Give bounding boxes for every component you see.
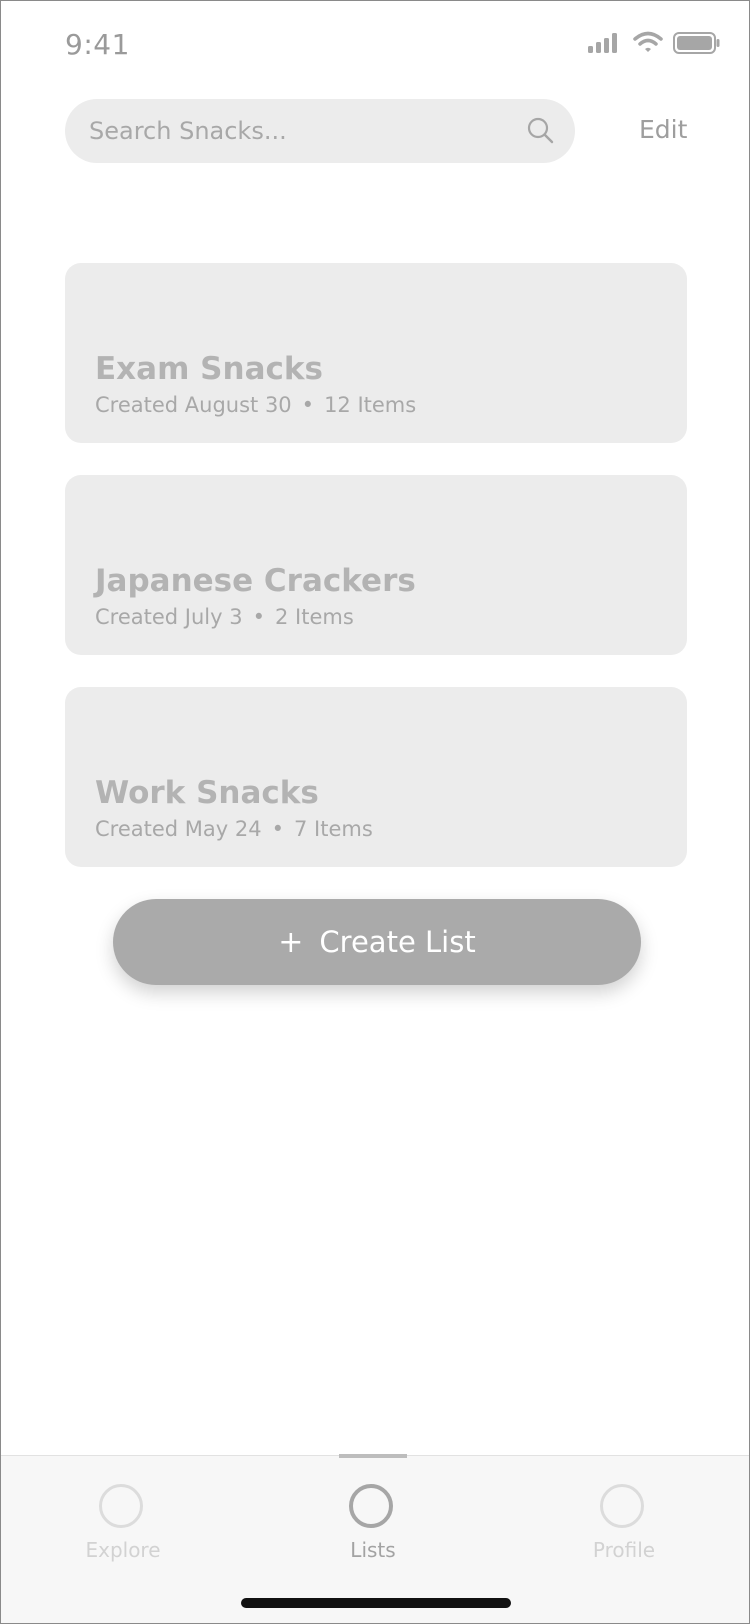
wifi-icon bbox=[633, 31, 663, 52]
list-meta: Created July 3 • 2 Items bbox=[95, 605, 354, 629]
meta-separator: • bbox=[271, 817, 284, 841]
list-title: Japanese Crackers bbox=[95, 563, 416, 599]
tab-lists[interactable]: Lists bbox=[303, 1470, 443, 1562]
tab-label: Explore bbox=[85, 1538, 161, 1562]
plus-icon: + bbox=[278, 924, 304, 960]
tab-label: Profile bbox=[592, 1538, 656, 1562]
active-tab-indicator bbox=[339, 1454, 407, 1458]
battery-icon bbox=[673, 32, 720, 54]
list-item-count: 2 Items bbox=[274, 605, 354, 629]
list-created-date: Created July 3 bbox=[95, 605, 243, 629]
tab-profile[interactable]: Profile bbox=[554, 1470, 694, 1562]
list-item-count: 12 Items bbox=[324, 393, 417, 417]
status-icons bbox=[587, 31, 721, 55]
meta-separator: • bbox=[301, 393, 315, 417]
list-created-date: Created May 24 bbox=[95, 817, 262, 841]
profile-icon bbox=[600, 1484, 644, 1528]
list-card[interactable]: Exam Snacks Created August 30 • 12 Items bbox=[65, 263, 687, 443]
list-card[interactable]: Japanese Crackers Created July 3 • 2 Items bbox=[65, 475, 687, 655]
search-icon[interactable] bbox=[525, 115, 557, 147]
explore-icon bbox=[99, 1484, 143, 1528]
list-title: Work Snacks bbox=[95, 775, 319, 811]
tab-label: Lists bbox=[350, 1538, 396, 1562]
list-item-count: 7 Items bbox=[294, 817, 373, 841]
signal-icon bbox=[588, 33, 617, 53]
edit-button[interactable]: Edit bbox=[639, 115, 687, 144]
search-input[interactable] bbox=[89, 99, 489, 163]
status-time: 9:41 bbox=[65, 28, 130, 61]
lists-icon bbox=[349, 1484, 393, 1528]
meta-separator: • bbox=[252, 605, 265, 629]
create-list-label: Create List bbox=[319, 925, 476, 959]
tab-explore[interactable]: Explore bbox=[53, 1470, 193, 1562]
home-indicator[interactable] bbox=[241, 1598, 511, 1608]
list-meta: Created May 24 • 7 Items bbox=[95, 817, 373, 841]
list-card[interactable]: Work Snacks Created May 24 • 7 Items bbox=[65, 687, 687, 867]
list-created-date: Created August 30 bbox=[95, 393, 292, 417]
search-bar[interactable] bbox=[65, 99, 575, 163]
app-screen: 9:41 Edit Exam Snacks Created A bbox=[0, 0, 750, 1624]
list-title: Exam Snacks bbox=[95, 351, 323, 387]
list-meta: Created August 30 • 12 Items bbox=[95, 393, 416, 417]
create-list-button[interactable]: + Create List bbox=[113, 899, 641, 985]
